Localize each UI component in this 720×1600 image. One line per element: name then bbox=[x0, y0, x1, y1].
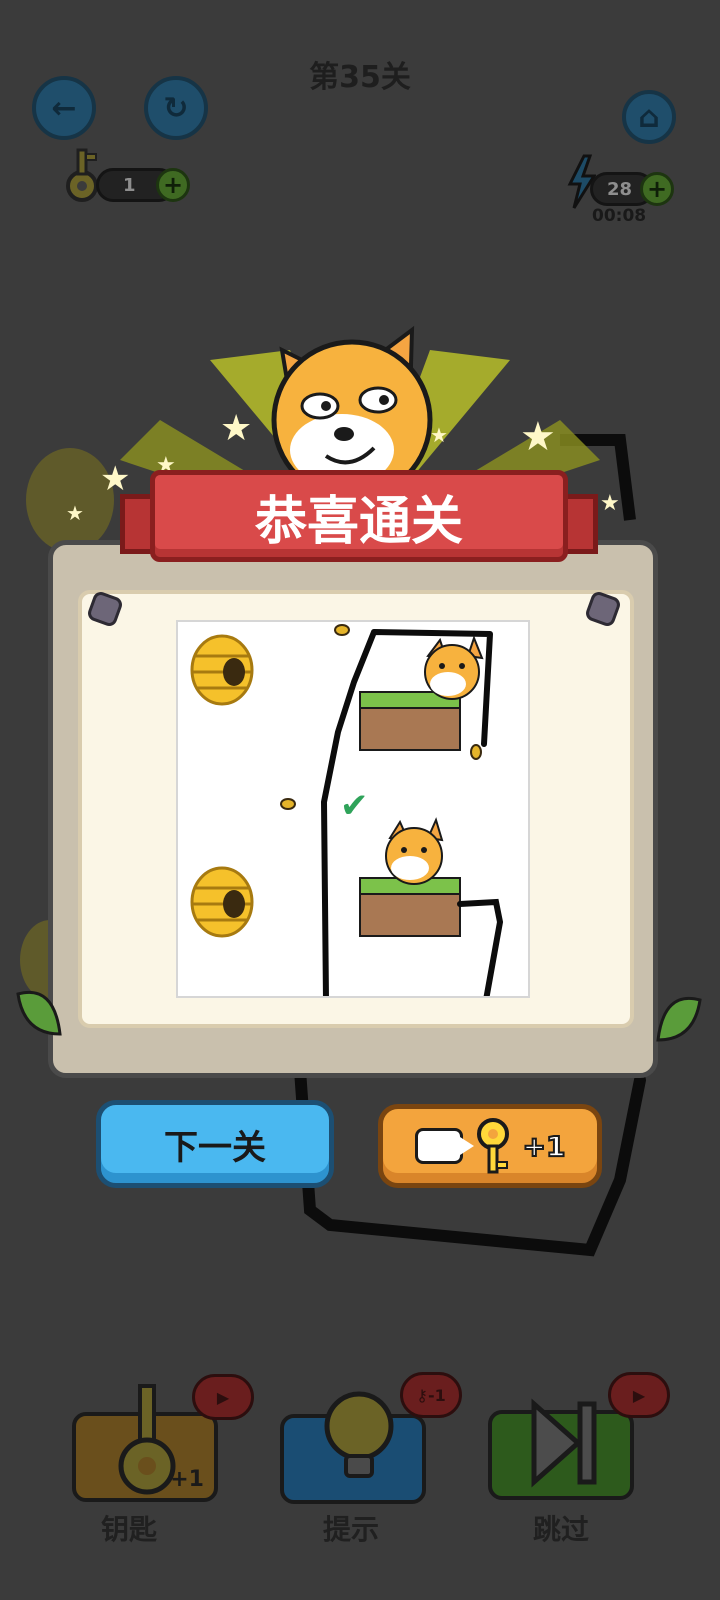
video-icon: ▶ bbox=[216, 1387, 230, 1407]
svg-text:★: ★ bbox=[220, 408, 252, 449]
beehive-icon bbox=[190, 634, 254, 706]
skip-icon bbox=[531, 1398, 597, 1488]
leaf-icon bbox=[16, 991, 62, 1036]
grass-block bbox=[359, 877, 461, 937]
lightbulb-icon bbox=[324, 1391, 394, 1478]
leaf-icon bbox=[656, 997, 702, 1042]
level-complete-banner: 恭喜通关 bbox=[150, 470, 568, 562]
hint-tool-button[interactable] bbox=[280, 1391, 426, 1504]
skip-tool-label: 跳过 bbox=[532, 1513, 589, 1546]
video-icon: ▶ bbox=[632, 1385, 646, 1405]
bee-icon bbox=[334, 624, 350, 636]
skip-tool-button[interactable] bbox=[488, 1398, 634, 1500]
watch-ad-key-button[interactable]: +1 bbox=[378, 1104, 602, 1188]
video-icon bbox=[414, 1128, 474, 1164]
reward-label: +1 bbox=[522, 1129, 567, 1164]
hint-tool-label: 提示 bbox=[322, 1513, 379, 1546]
beehive-icon bbox=[190, 866, 254, 938]
dog-face-icon bbox=[385, 817, 444, 885]
next-level-button[interactable]: 下一关 bbox=[96, 1100, 334, 1188]
dog-face-icon bbox=[424, 635, 484, 700]
svg-text:★: ★ bbox=[430, 423, 448, 447]
hint-tool-key-badge: ⚷ -1 bbox=[400, 1372, 462, 1418]
key-tool-label: 钥匙 bbox=[100, 1513, 157, 1546]
grass-block bbox=[359, 691, 461, 751]
svg-text:★: ★ bbox=[100, 459, 130, 499]
svg-text:★: ★ bbox=[520, 414, 556, 460]
key-tool-extra: +1 bbox=[170, 1467, 204, 1492]
key-tool-button[interactable]: +1 bbox=[72, 1384, 218, 1502]
drawn-line bbox=[457, 898, 504, 996]
check-icon: ✔ bbox=[340, 786, 369, 826]
skip-tool-video-badge: ▶ bbox=[608, 1372, 670, 1418]
next-level-label: 下一关 bbox=[164, 1127, 266, 1168]
key-icon: ⚷ bbox=[416, 1385, 428, 1405]
bee-icon bbox=[470, 744, 482, 760]
key-icon bbox=[476, 1118, 509, 1174]
svg-text:★: ★ bbox=[600, 491, 620, 516]
hint-tool-badge: -1 bbox=[427, 1385, 446, 1405]
key-tool-video-badge: ▶ bbox=[192, 1374, 254, 1420]
svg-text:★: ★ bbox=[66, 501, 84, 525]
bee-icon bbox=[280, 798, 296, 810]
